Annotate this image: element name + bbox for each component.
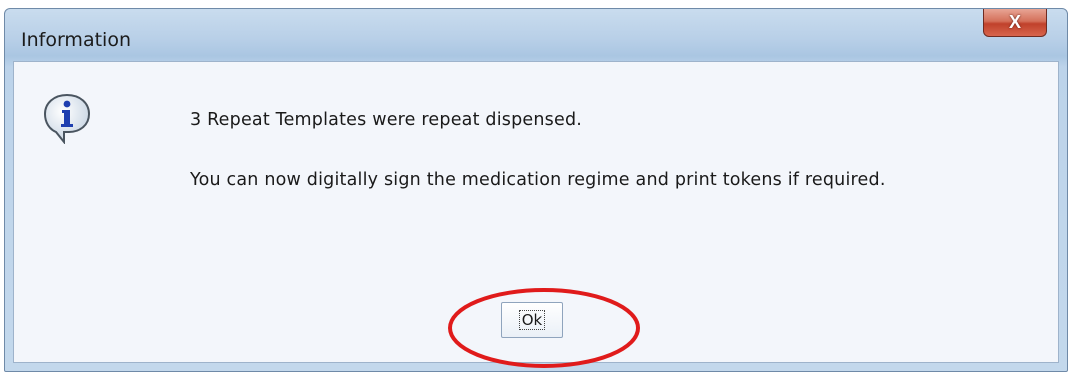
information-icon [43, 93, 91, 144]
close-button[interactable]: X [983, 9, 1047, 37]
title-bar[interactable]: Information X [5, 9, 1067, 61]
dialog-content: 3 Repeat Templates were repeat dispensed… [13, 61, 1059, 363]
message-line-1: 3 Repeat Templates were repeat dispensed… [190, 110, 583, 130]
message-line-2: You can now digitally sign the medicatio… [190, 170, 886, 190]
dialog-title: Information [21, 29, 131, 51]
close-icon: X [1008, 12, 1021, 32]
ok-button[interactable]: Ok [501, 302, 563, 338]
information-dialog: Information X 3 Repeat Templates were re… [4, 8, 1068, 372]
ok-button-label: Ok [518, 310, 546, 330]
